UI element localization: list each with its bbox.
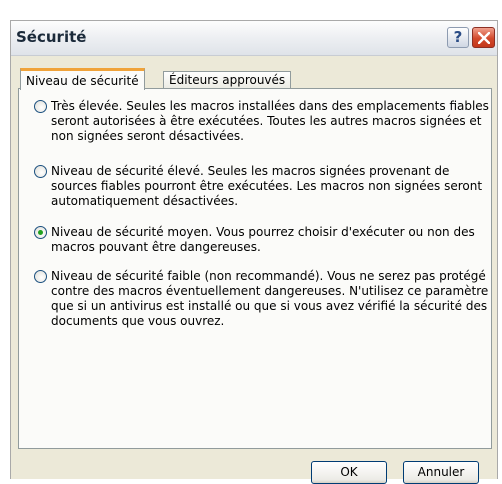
option-high-label: Niveau de sécurité élevé. Seules les mac…: [51, 164, 483, 208]
close-button[interactable]: [472, 27, 495, 48]
title-bar[interactable]: Sécurité ?: [11, 21, 497, 56]
radio-medium[interactable]: [34, 226, 47, 239]
tab-security-level[interactable]: Niveau de sécurité: [20, 68, 145, 90]
help-icon: ?: [453, 28, 463, 46]
radio-high[interactable]: [34, 165, 47, 178]
cancel-button[interactable]: Annuler: [403, 461, 479, 484]
tab-trusted-publishers-label: Éditeurs approuvés: [169, 73, 286, 87]
help-button[interactable]: ?: [447, 27, 469, 48]
ok-button[interactable]: OK: [311, 461, 387, 484]
security-dialog: Sécurité ? Niveau de sécurité Éditeurs a…: [10, 20, 498, 484]
tab-security-level-label: Niveau de sécurité: [26, 74, 139, 88]
radio-very-high[interactable]: [34, 100, 47, 113]
radio-low[interactable]: [34, 270, 47, 283]
option-medium-label: Niveau de sécurité moyen. Vous pourrez c…: [51, 225, 475, 254]
option-very-high-label: Très élevée. Seules les macros installée…: [51, 99, 489, 143]
window-title: Sécurité: [16, 28, 87, 46]
option-low-label: Niveau de sécurité faible (non recommand…: [51, 269, 489, 328]
close-icon: [478, 32, 490, 44]
